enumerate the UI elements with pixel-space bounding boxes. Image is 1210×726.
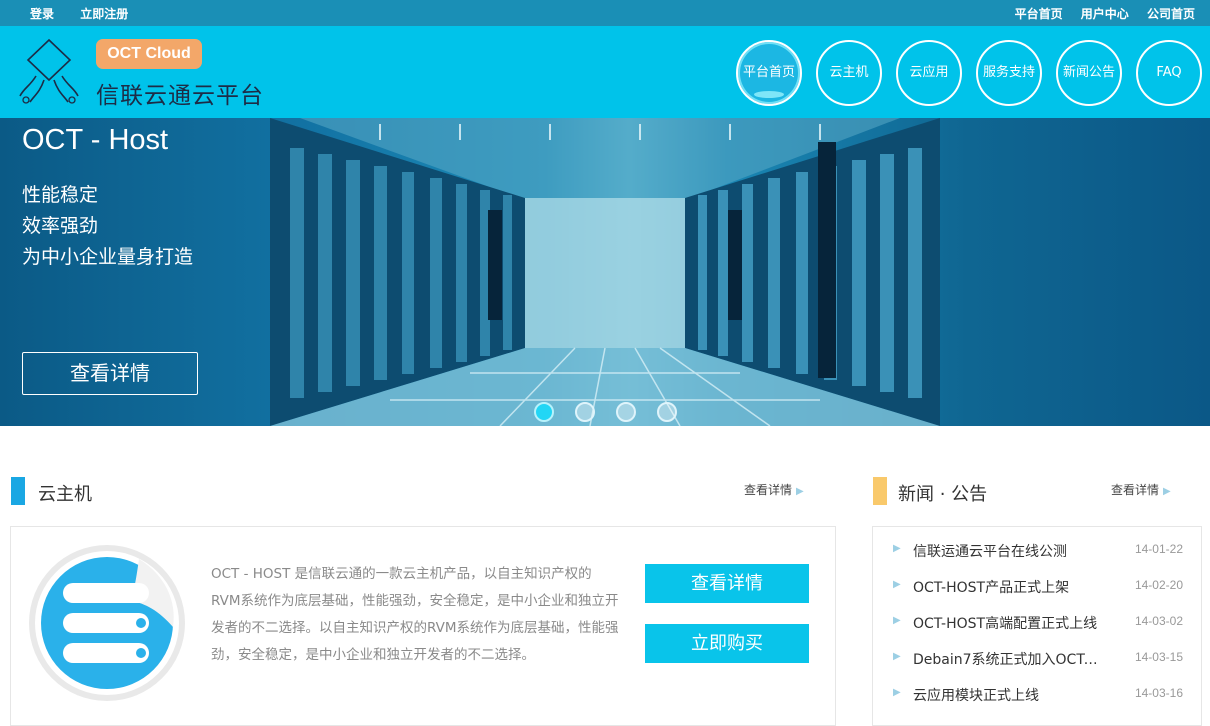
triangle-right-icon: ▶: [1163, 486, 1171, 497]
platform-home-link[interactable]: 平台首页: [1015, 7, 1063, 21]
nav-news[interactable]: 新闻公告: [1056, 40, 1122, 106]
site-header: OCT Cloud 信联云通云平台 平台首页 云主机 云应用 服务支持 新闻公告…: [0, 26, 1210, 118]
triangle-right-icon: ▶: [893, 579, 901, 590]
triangle-right-icon: ▶: [893, 687, 901, 698]
login-link[interactable]: 登录: [30, 7, 54, 21]
banner-tagline-3: 为中小企业量身打造: [22, 246, 194, 268]
server-list-icon: [29, 545, 185, 701]
carousel-dot-4[interactable]: [657, 402, 677, 422]
nav-platform-home[interactable]: 平台首页: [736, 40, 802, 106]
cloud-host-detail-button[interactable]: 查看详情: [645, 564, 809, 603]
logo-name: 信联云通云平台: [96, 83, 264, 109]
cloud-host-title: 云主机: [38, 484, 92, 505]
cloud-host-more-link[interactable]: 查看详情 ▶: [744, 481, 804, 498]
section-marker: [11, 477, 25, 505]
register-link[interactable]: 立即注册: [80, 7, 128, 21]
carousel-dot-1[interactable]: [534, 402, 554, 422]
main-nav: 平台首页 云主机 云应用 服务支持 新闻公告 FAQ: [736, 40, 1202, 106]
news-title: 新闻 · 公告: [898, 484, 988, 505]
user-center-link[interactable]: 用户中心: [1081, 7, 1129, 21]
octopus-logo-icon: [19, 38, 79, 104]
cloud-host-card: OCT - HOST 是信联云通的一款云主机产品，以自主知识产权的RVM系统作为…: [10, 526, 836, 726]
triangle-right-icon: ▶: [893, 651, 901, 662]
triangle-right-icon: ▶: [796, 486, 804, 497]
triangle-right-icon: ▶: [893, 615, 901, 626]
news-list: ▶ 信联运通云平台在线公测 14-01-22 ▶ OCT-HOST产品正式上架 …: [872, 526, 1202, 726]
company-home-link[interactable]: 公司首页: [1147, 7, 1195, 21]
top-bar: 登录 立即注册 平台首页 用户中心 公司首页: [0, 0, 1210, 26]
news-item[interactable]: ▶ OCT-HOST产品正式上架 14-02-20: [893, 577, 1183, 597]
triangle-right-icon: ▶: [893, 543, 901, 554]
news-more-link[interactable]: 查看详情 ▶: [1111, 481, 1171, 498]
news-item[interactable]: ▶ 信联运通云平台在线公测 14-01-22: [893, 541, 1183, 561]
banner-tagline-2: 效率强劲: [22, 215, 99, 237]
news-item[interactable]: ▶ Debain7系统正式加入OCT-HOST 14-03-15: [893, 649, 1183, 669]
carousel-dot-3[interactable]: [616, 402, 636, 422]
banner-detail-button[interactable]: 查看详情: [22, 352, 198, 395]
hero-banner: OCT - Host 性能稳定 效率强劲 为中小企业量身打造 查看详情: [0, 118, 1210, 426]
nav-cloud-host[interactable]: 云主机: [816, 40, 882, 106]
banner-tagline-1: 性能稳定: [22, 184, 99, 206]
cloud-host-description: OCT - HOST 是信联云通的一款云主机产品，以自主知识产权的RVM系统作为…: [211, 566, 619, 663]
carousel-dot-2[interactable]: [575, 402, 595, 422]
nav-faq[interactable]: FAQ: [1136, 40, 1202, 106]
banner-title: OCT - Host: [22, 124, 169, 156]
nav-service-support[interactable]: 服务支持: [976, 40, 1042, 106]
section-marker: [873, 477, 887, 505]
nav-cloud-app[interactable]: 云应用: [896, 40, 962, 106]
cloud-host-buy-button[interactable]: 立即购买: [645, 624, 809, 663]
logo-badge: OCT Cloud: [96, 39, 202, 69]
news-item[interactable]: ▶ 云应用模块正式上线 14-03-16: [893, 685, 1183, 705]
news-item[interactable]: ▶ OCT-HOST高端配置正式上线 14-03-02: [893, 613, 1183, 633]
